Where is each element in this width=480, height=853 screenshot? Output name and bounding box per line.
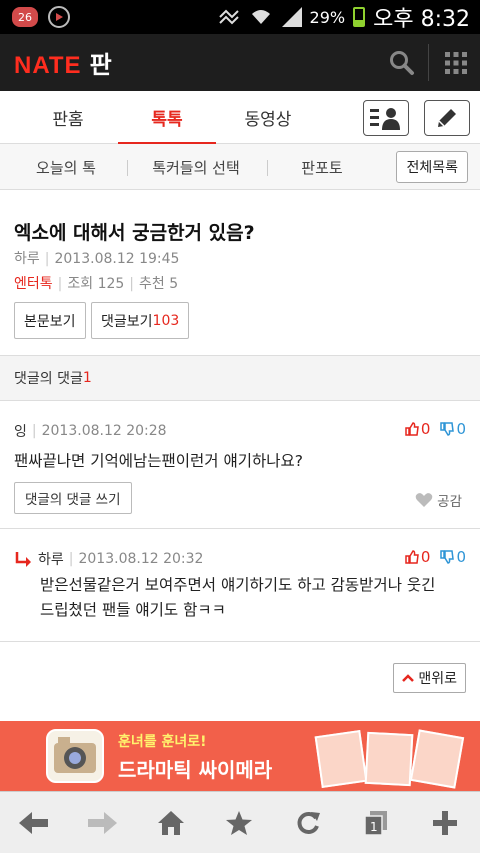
subnav-separator <box>267 160 268 176</box>
article-meta: 하루 | 2013.08.12 19:45 <box>14 251 180 267</box>
write-reply-button[interactable]: 댓글의 댓글 쓰기 <box>14 482 132 514</box>
battery-icon <box>353 7 366 27</box>
battery-percent: 29% <box>309 7 346 27</box>
article-recommends: 추천 5 <box>139 276 179 292</box>
browser-toolbar: 1 <box>0 791 480 853</box>
notification-badge: 26 <box>12 7 38 27</box>
reply-count-bar: 댓글의 댓글 1 <box>0 356 480 401</box>
comment-author: 잉 <box>14 424 27 440</box>
thumbs-up-icon <box>405 550 419 564</box>
article-category[interactable]: 엔터톡 <box>14 276 53 292</box>
grid-icon <box>445 51 467 74</box>
reply-author: 하루 <box>38 552 64 568</box>
signal-icon <box>281 7 302 27</box>
mute-icon <box>218 9 239 25</box>
subnav-today-talk[interactable]: 오늘의 톡 <box>14 144 118 190</box>
scroll-to-top-button[interactable]: 맨위로 <box>393 663 466 693</box>
tab-video[interactable]: 동영상 <box>220 91 316 144</box>
sample-photo <box>364 731 414 787</box>
refresh-icon <box>297 812 320 834</box>
refresh-button[interactable] <box>274 792 342 853</box>
reply-date: 2013.08.12 20:32 <box>78 551 204 567</box>
comment-body: 팬싸끝나면 기억에남는팬이런거 얘기하나요? <box>14 452 304 470</box>
reply-count-value: 1 <box>82 370 92 386</box>
pencil-icon <box>438 109 456 127</box>
sub-navigation: 오늘의 톡 톡커들의 선택 판포토 전체목록 <box>0 144 480 190</box>
article-title: 엑소에 대해서 궁금한거 있음? <box>14 222 255 244</box>
thumbs-down-icon <box>440 422 455 436</box>
thumbs-down-icon <box>440 550 455 564</box>
header-divider <box>428 44 429 81</box>
view-body-button[interactable]: 본문보기 <box>14 302 86 339</box>
ad-banner[interactable]: 훈녀를 훈녀로! 드라마틱 싸이메라 <box>0 721 480 791</box>
comment-count: 103 <box>152 312 180 329</box>
star-icon <box>226 811 252 835</box>
camera-app-icon <box>46 729 104 783</box>
search-button[interactable] <box>378 34 426 91</box>
thumbs-up-icon <box>405 422 419 436</box>
reply-arrow-icon <box>15 552 31 567</box>
subnav-separator <box>127 160 128 176</box>
like-button[interactable]: 공감 <box>415 490 462 510</box>
wifi-icon <box>251 10 270 24</box>
upvote-button[interactable]: 0 <box>405 548 430 566</box>
media-play-icon <box>48 6 70 28</box>
chevron-up-icon <box>402 674 415 682</box>
all-list-button[interactable]: 전체목록 <box>396 151 468 183</box>
article-date: 2013.08.12 19:45 <box>54 251 180 267</box>
menu-grid-button[interactable] <box>432 34 480 91</box>
view-comments-button[interactable]: 댓글보기 103 <box>91 302 190 339</box>
search-icon <box>390 50 414 75</box>
home-button[interactable] <box>137 792 205 853</box>
clock: 오후 8:32 <box>373 7 470 32</box>
reply-body: 받은선물같은거 보여주면서 얘기하기도 하고 감동받거나 웃긴 드립쳤던 팬들 … <box>40 576 436 619</box>
upvote-button[interactable]: 0 <box>405 420 430 438</box>
view-comments-label: 댓글보기 <box>101 313 153 330</box>
home-icon <box>158 811 184 835</box>
subnav-pan-photo[interactable]: 판포토 <box>272 144 372 190</box>
reply-count-label: 댓글의 댓글 <box>14 371 83 387</box>
tab-pan-home[interactable]: 판홈 <box>20 91 116 144</box>
sample-photo <box>314 730 368 788</box>
comment-item: 잉 | 2013.08.12 20:28 0 0 팬싸끝나면 기억에남는팬이런거 얘… <box>0 401 480 529</box>
subnav-talkers-choice[interactable]: 톡커들의 선택 <box>132 144 260 190</box>
heart-icon <box>415 493 433 507</box>
nate-pan-logo[interactable]: NATE 판 <box>14 45 112 80</box>
comment-meta: 잉 | 2013.08.12 20:28 <box>14 423 167 440</box>
reply-votes: 0 0 <box>405 548 466 566</box>
new-tab-button[interactable] <box>411 792 479 853</box>
reply-meta: 하루 | 2013.08.12 20:32 <box>14 549 203 569</box>
downvote-button[interactable]: 0 <box>440 420 466 438</box>
bookmark-button[interactable] <box>205 792 273 853</box>
sample-photo <box>409 729 465 789</box>
tab-toktok[interactable]: 톡톡 <box>118 91 216 145</box>
banner-subtitle: 훈녀를 훈녀로! <box>118 734 207 750</box>
my-profile-button[interactable] <box>363 100 409 136</box>
write-post-button[interactable] <box>424 100 470 136</box>
app-header: NATE 판 <box>0 34 480 91</box>
article-author[interactable]: 하루 <box>14 251 40 267</box>
comment-votes: 0 0 <box>405 420 466 438</box>
main-tabs: 판홈 톡톡 동영상 <box>0 91 480 145</box>
status-bar: 26 29% 오후 8:32 <box>0 0 480 34</box>
tabs-button[interactable]: 1 <box>342 792 410 853</box>
article-header: 엑소에 대해서 궁금한거 있음? 하루 | 2013.08.12 19:45 엔터톡… <box>0 190 480 356</box>
downvote-button[interactable]: 0 <box>440 548 466 566</box>
article-views: 조회 125 <box>67 276 125 292</box>
plus-icon <box>433 811 457 835</box>
windows-icon: 1 <box>364 811 387 836</box>
user-list-icon <box>370 108 400 130</box>
reply-item: 하루 | 2013.08.12 20:32 0 0 받은선물같은거 보여주면서 얘기… <box>0 530 480 642</box>
back-arrow-icon <box>19 812 48 834</box>
back-button[interactable] <box>0 792 68 853</box>
forward-arrow-icon <box>88 812 117 834</box>
forward-button[interactable] <box>68 792 136 853</box>
svg-text:1: 1 <box>370 820 378 834</box>
banner-title: 드라마틱 싸이메라 <box>118 758 273 782</box>
comment-date: 2013.08.12 20:28 <box>41 423 167 439</box>
article-stats: 엔터톡 | 조회 125 | 추천 5 <box>14 276 179 292</box>
